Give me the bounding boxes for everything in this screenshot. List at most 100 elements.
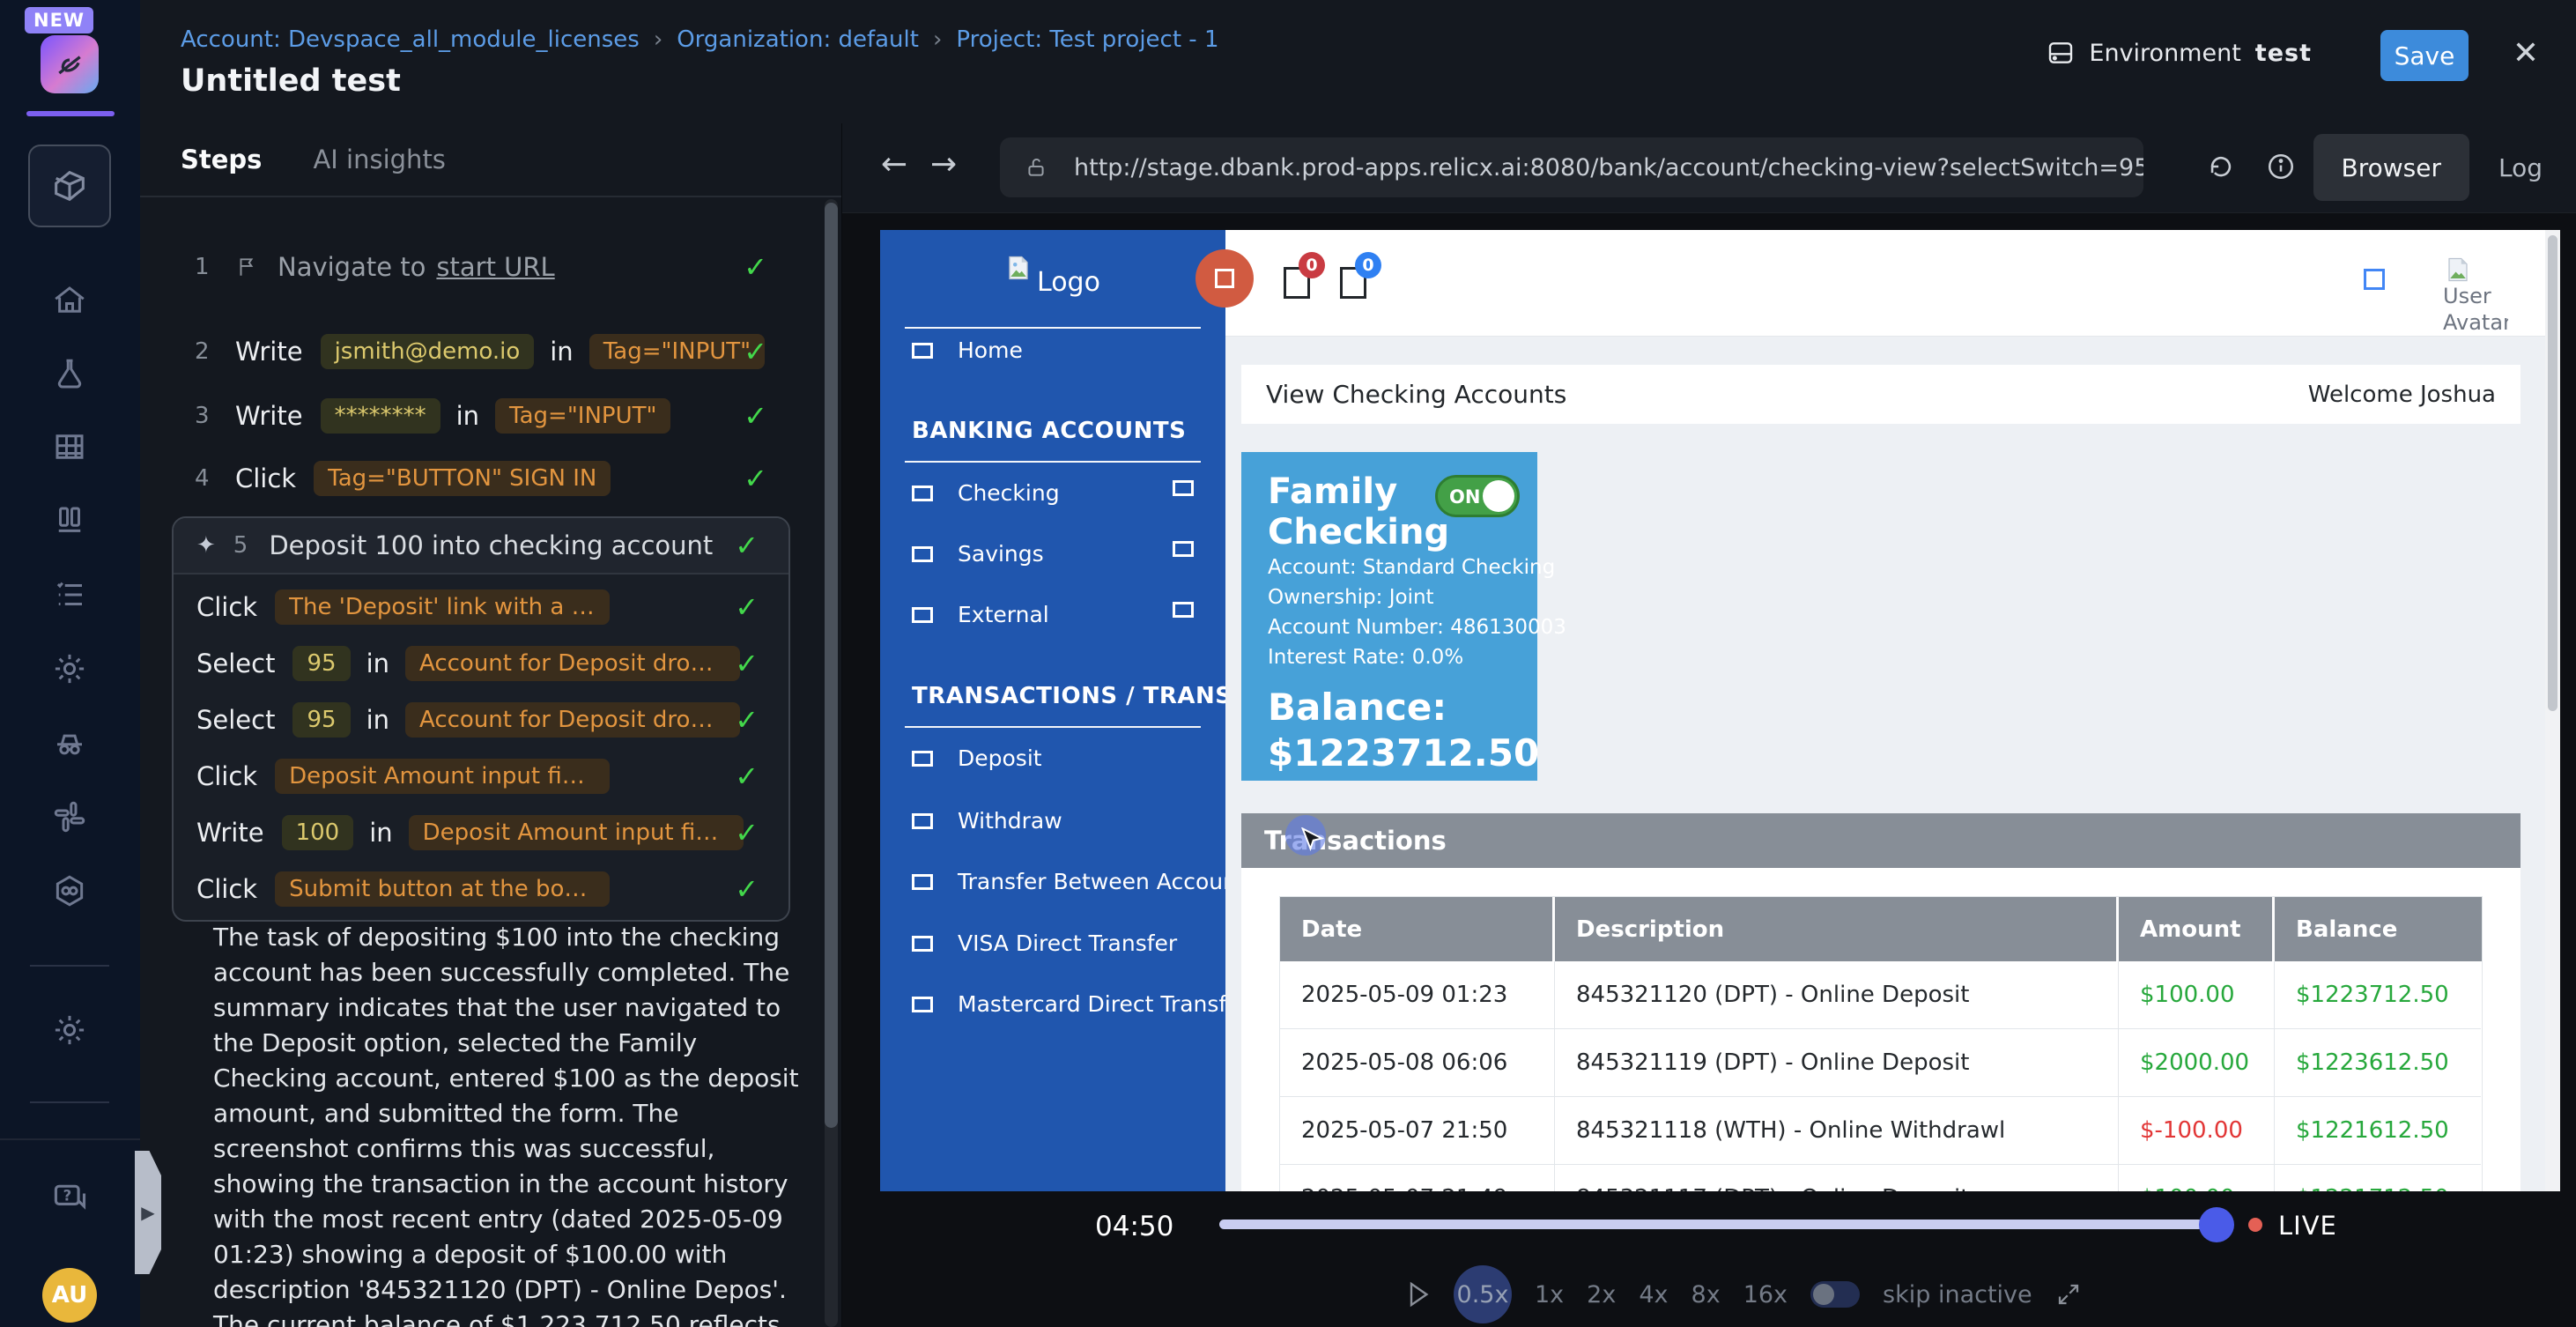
step-target-badge[interactable]: Submit button at the botto... [275,871,610,907]
step-value-badge[interactable]: jsmith@demo.io [321,334,535,369]
rail-item-home[interactable] [50,281,89,320]
info-icon[interactable] [2266,152,2296,182]
start-url-link[interactable]: start URL [436,252,554,282]
speed-0.5x-button[interactable]: 0.5x [1454,1265,1512,1323]
rail-item-suites[interactable] [50,427,89,466]
step-passed-check-icon: ✓ [735,647,759,680]
speed-1x-button[interactable]: 1x [1535,1281,1564,1308]
speed-4x-button[interactable]: 4x [1639,1281,1668,1308]
refresh-icon[interactable] [2206,152,2236,182]
placeholder-icon[interactable] [1173,602,1194,618]
back-arrow-icon[interactable]: ← [881,146,907,182]
bank-nav-savings[interactable]: Savings [912,541,1044,567]
breadcrumb-account[interactable]: Account: Devspace_all_module_licenses [181,26,640,53]
step-group-header[interactable]: ✦ 5 Deposit 100 into checking account ✓ [174,518,788,575]
substep-row-4[interactable]: Click Deposit Amount input field ✓ [174,752,788,800]
environment-selector[interactable]: Environment test [2047,39,2312,67]
family-checking-card[interactable]: Family Checking ON Account: Standard Che… [1241,452,1537,781]
steps-scrollbar-thumb[interactable] [825,203,838,1128]
timeline-slider[interactable] [1219,1220,2203,1229]
step-target-badge[interactable]: Tag="INPUT" [589,334,765,369]
tab-browser[interactable]: Browser [2313,134,2469,201]
timeline-thumb[interactable] [2199,1207,2234,1242]
bank-nav-external[interactable]: External [912,602,1049,627]
step-action: Click [196,592,257,622]
play-icon[interactable] [1406,1280,1431,1308]
step-row-4[interactable]: 4 Click Tag="BUTTON" SIGN IN ✓ [140,454,841,503]
rail-item-help-feedback[interactable]: ? [50,1179,89,1218]
rail-item-integrations[interactable] [50,797,89,836]
account-on-toggle[interactable]: ON [1435,475,1520,517]
rail-item-results[interactable] [50,575,89,614]
panel-collapse-handle[interactable]: ▶ [135,1151,161,1274]
step-connector: in [366,649,389,678]
tab-steps[interactable]: Steps [181,145,262,174]
forward-arrow-icon[interactable]: → [930,146,957,182]
bank-nav-checking[interactable]: Checking [912,480,1060,506]
placeholder-icon[interactable] [1173,541,1194,557]
rail-item-test-builder[interactable] [28,145,111,227]
breadcrumb-project[interactable]: Project: Test project - 1 [956,26,1218,53]
bank-logo[interactable]: Logo [880,255,1225,298]
notification-icon-2[interactable]: 0 [1340,267,1366,299]
substep-row-5[interactable]: Write 100 in Deposit Amount input field … [174,809,788,856]
step-row-1[interactable]: 1 Navigate to start URL ✓ [140,242,841,292]
step-row-3[interactable]: 3 Write ******** in Tag="INPUT" ✓ [140,391,841,441]
step-row-2[interactable]: 2 Write jsmith@demo.io in Tag="INPUT" ✓ [140,327,841,376]
step-value-badge[interactable]: 95 [292,702,350,738]
step-target-badge[interactable]: Account for Deposit dropd... [405,646,740,681]
step-target-badge[interactable]: Account for Deposit dropd... [405,702,740,738]
bank-toolbar-icon[interactable] [2364,269,2385,290]
notification-icon-1[interactable]: 0 [1284,267,1310,299]
step-target-badge[interactable]: Tag="BUTTON" SIGN IN [314,461,611,496]
bank-nav-visa-direct-transfer[interactable]: VISA Direct Transfer [912,930,1177,956]
bank-nav-deposit[interactable]: Deposit [912,745,1042,771]
step-value-badge[interactable]: 100 [282,815,354,850]
close-icon[interactable]: ✕ [2513,35,2539,71]
breadcrumb-organization[interactable]: Organization: default [677,26,919,53]
step-value-badge[interactable]: ******** [321,398,440,434]
user-avatar[interactable]: AU [42,1268,97,1323]
rail-item-runs[interactable] [50,501,89,540]
stop-recording-button[interactable] [1195,249,1254,308]
speed-16x-button[interactable]: 16x [1743,1281,1788,1308]
rail-item-tests[interactable] [50,355,89,394]
step-action: Write [235,337,303,367]
bank-viewport-scrollbar-thumb[interactable] [2548,235,2557,711]
bank-nav-transfer-between-accounts[interactable]: Transfer Between Accounts [912,869,1257,894]
step-target-badge[interactable]: The 'Deposit' link with a si... [275,589,610,625]
step-target-badge[interactable]: Tag="INPUT" [495,398,670,434]
bank-nav-home[interactable]: Home [912,337,1023,363]
cursor-icon [1299,827,1326,857]
relicx-logo[interactable] [41,35,99,93]
rail-item-settings[interactable] [50,649,89,688]
url-field[interactable]: http://stage.dbank.prod-apps.relicx.ai:8… [1000,137,2143,197]
fullscreen-icon[interactable] [2055,1281,2082,1308]
steps-scrollbar[interactable] [825,199,838,1327]
rail-item-monitor[interactable] [50,723,89,762]
bank-viewport-scrollbar[interactable] [2545,230,2560,1191]
bank-nav-label: Withdraw [958,808,1062,834]
bank-nav-mastercard-direct-transfer[interactable]: Mastercard Direct Transfer [912,991,1249,1017]
step-target-badge[interactable]: Deposit Amount input field [409,815,744,850]
bank-nav-withdraw[interactable]: Withdraw [912,808,1062,834]
save-button[interactable]: Save [2380,30,2469,81]
tab-ai-insights[interactable]: AI insights [313,145,445,174]
skip-inactive-toggle[interactable] [1810,1281,1860,1308]
playback-controls: 0.5x 1x 2x 4x 8x 16x skip inactive [1406,1276,2082,1313]
step-value-badge[interactable]: 95 [292,646,350,681]
notification-badge-red: 0 [1299,252,1325,278]
rail-item-api-link[interactable] [50,871,89,910]
tab-log[interactable]: Log [2481,134,2560,201]
rail-item-admin-settings[interactable] [50,1011,89,1049]
cell-amount: $100.00 [2119,961,2275,1029]
placeholder-icon[interactable] [1173,480,1194,496]
substep-row-6[interactable]: Click Submit button at the botto... ✓ [174,865,788,913]
speed-2x-button[interactable]: 2x [1587,1281,1616,1308]
bank-user-avatar[interactable]: User Avatar [2443,256,2508,334]
substep-row-1[interactable]: Click The 'Deposit' link with a si... ✓ [174,583,788,631]
speed-8x-button[interactable]: 8x [1691,1281,1721,1308]
substep-row-2[interactable]: Select 95 in Account for Deposit dropd..… [174,640,788,687]
step-target-badge[interactable]: Deposit Amount input field [275,759,610,794]
substep-row-3[interactable]: Select 95 in Account for Deposit dropd..… [174,696,788,744]
